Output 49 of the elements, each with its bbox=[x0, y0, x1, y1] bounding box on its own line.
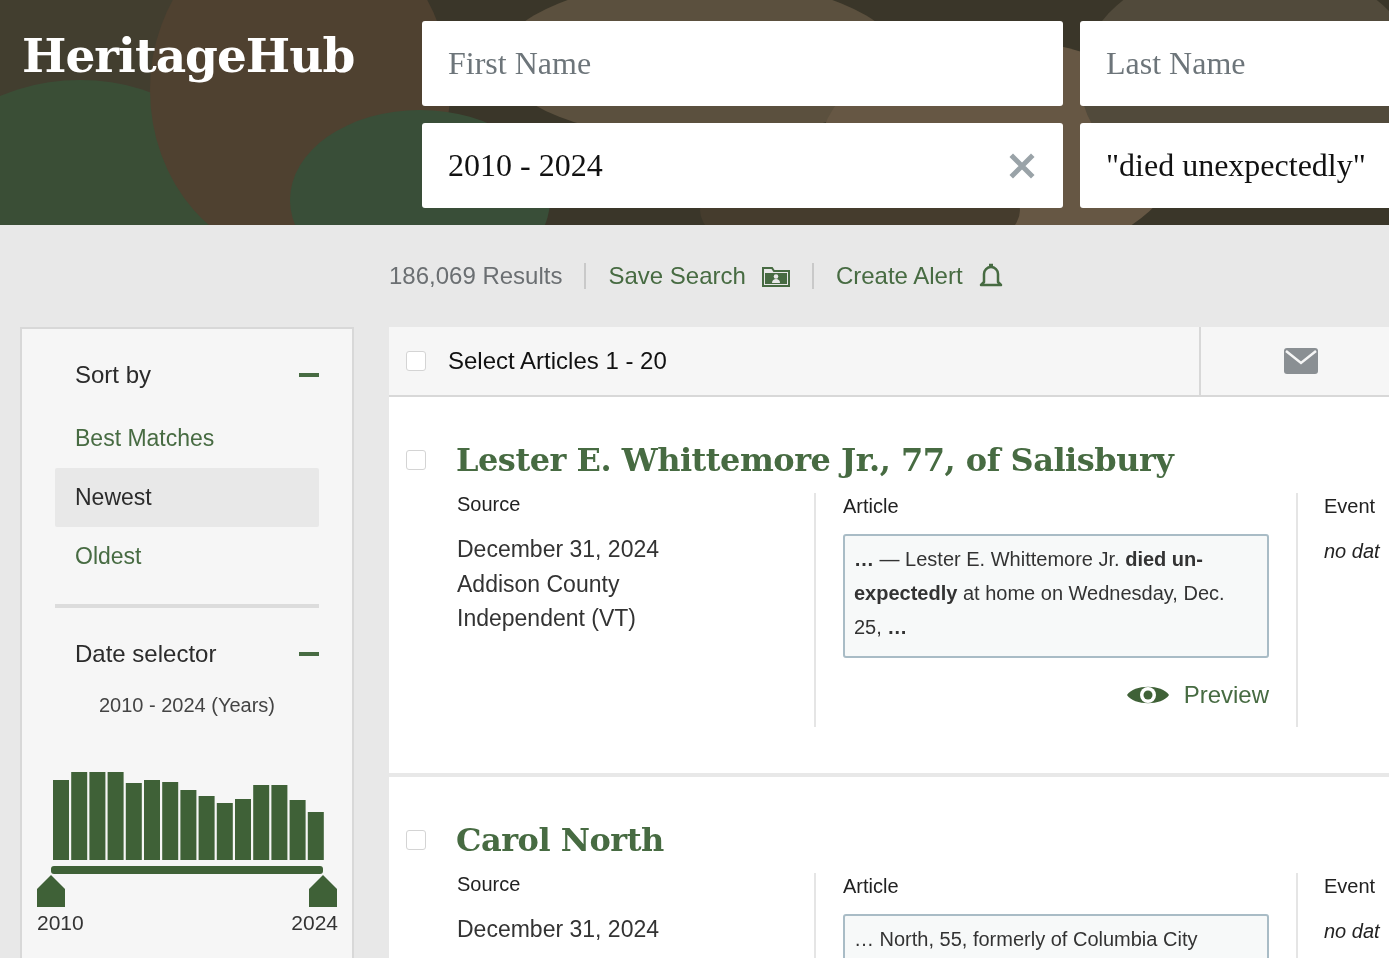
results-count: 186,069 Results bbox=[389, 262, 563, 290]
checkbox[interactable] bbox=[406, 450, 426, 470]
section-title: Sort by bbox=[75, 361, 152, 389]
range-slider[interactable] bbox=[37, 866, 337, 907]
folder-person-icon bbox=[761, 265, 790, 287]
slider-handle[interactable] bbox=[309, 875, 337, 907]
column-heading: Article bbox=[843, 495, 900, 518]
source-name: Addison County Independent (VT) bbox=[457, 570, 637, 633]
preview-link[interactable]: Preview bbox=[843, 680, 1269, 710]
histogram-bar bbox=[198, 796, 215, 860]
article-title-link[interactable]: Lester E. Whittemore Jr., 77, of Salisbury bbox=[456, 441, 1174, 479]
clear-icon[interactable] bbox=[1009, 153, 1035, 179]
bell-icon bbox=[978, 263, 1003, 289]
histogram-bar bbox=[216, 803, 233, 860]
article-snippet: … — Lester E. Whittemore Jr. died un-expectedly at home on Wednesday, Dec. 25, … bbox=[843, 534, 1269, 658]
slider-handle[interactable] bbox=[37, 875, 65, 907]
sort-option[interactable]: Newest bbox=[55, 468, 319, 527]
histogram-bar bbox=[307, 812, 324, 860]
search-field[interactable]: First Name bbox=[422, 21, 1063, 106]
toolbar-link[interactable]: Save Search bbox=[608, 262, 746, 290]
column-heading: Article bbox=[843, 875, 900, 898]
search-field[interactable]: "died unexpectedly" bbox=[1080, 123, 1389, 208]
column-heading: Source bbox=[457, 493, 522, 516]
sort-option[interactable]: Best Matches bbox=[55, 409, 319, 468]
article-snippet: … North, 55, formerly of Columbia City bbox=[843, 914, 1269, 958]
histogram-bar bbox=[180, 790, 197, 860]
column-heading: Event bbox=[1324, 875, 1377, 898]
event-date: no dat bbox=[1324, 540, 1380, 563]
column-heading: Event bbox=[1324, 495, 1377, 518]
source-date: December 31, 2024 bbox=[457, 536, 660, 563]
year-label: 2024 bbox=[291, 911, 338, 935]
checkbox[interactable] bbox=[406, 830, 426, 850]
search-field[interactable]: Last Name bbox=[1080, 21, 1389, 106]
column-heading: Source bbox=[457, 873, 522, 896]
range-label: 2010 - 2024 (Years) bbox=[97, 694, 276, 717]
source-date: December 31, 2024 bbox=[457, 916, 660, 943]
article-title-link[interactable]: Carol North bbox=[456, 821, 664, 859]
sort-option[interactable]: Oldest bbox=[55, 527, 319, 586]
checkbox[interactable] bbox=[406, 351, 426, 371]
search-field[interactable]: 2010 - 2024 bbox=[422, 123, 1063, 208]
histogram-bar bbox=[235, 799, 251, 860]
toolbar-link[interactable]: Create Alert bbox=[835, 262, 963, 290]
mail-icon bbox=[1284, 348, 1318, 374]
section-title: Date selector bbox=[75, 640, 217, 668]
select-label: Select Articles 1 - 20 bbox=[448, 347, 667, 375]
logo[interactable]: HeritageHub bbox=[0, 0, 422, 208]
histogram-bar bbox=[289, 800, 306, 860]
year-label: 2010 bbox=[37, 911, 84, 935]
event-date: no dat bbox=[1324, 920, 1380, 943]
